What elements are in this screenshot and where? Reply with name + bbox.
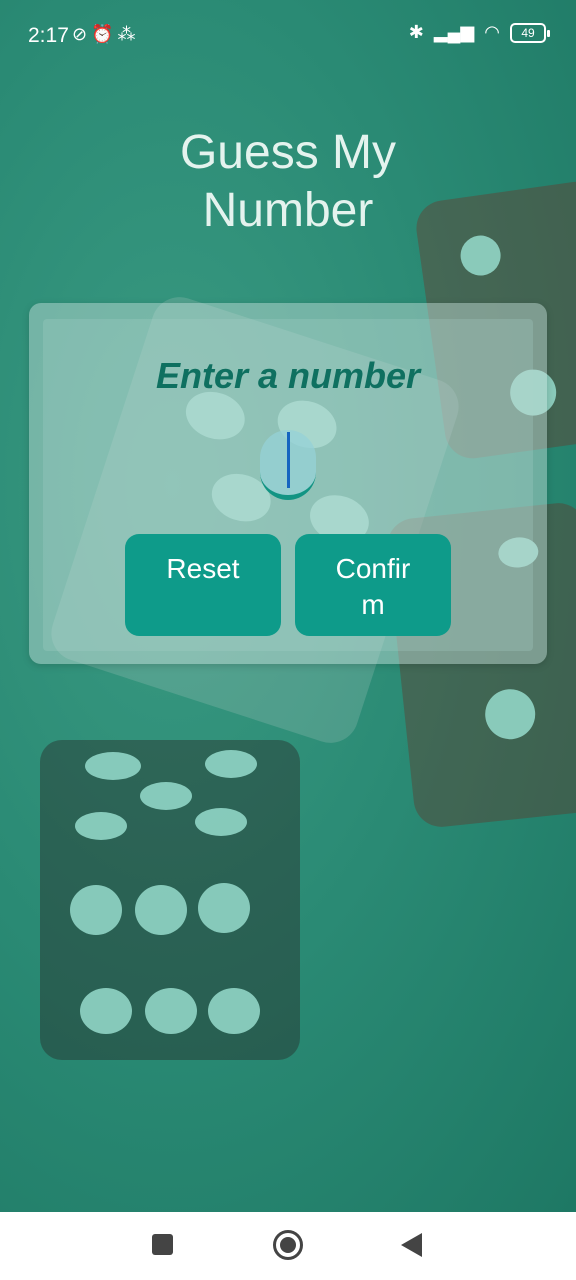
- text-cursor: [287, 432, 290, 488]
- title-line-1: Guess My: [179, 126, 397, 179]
- enter-number-prompt: Enter a number: [155, 355, 421, 396]
- confirm-button[interactable]: Confirm: [295, 534, 451, 636]
- vibrate-off-icon: ⊘: [72, 24, 92, 44]
- battery-indicator: 49: [510, 22, 550, 43]
- home-icon[interactable]: [273, 1230, 303, 1260]
- dice-shape: [40, 740, 300, 1060]
- title-line-2: Number: [202, 184, 374, 237]
- wifi-icon: ◠: [484, 22, 500, 42]
- status-system-icons: ✱ ▂▄▆ ◠ 49: [408, 22, 550, 43]
- bluetooth-icon: ✱: [408, 22, 424, 42]
- reset-button[interactable]: Reset: [125, 534, 281, 636]
- alarm-icon: ⏰: [91, 24, 118, 44]
- page-title: Guess My Number: [0, 124, 576, 240]
- signal-extra-icon: ⁂: [117, 24, 140, 44]
- back-icon[interactable]: [401, 1233, 422, 1257]
- cellular-signal-icon: ▂▄▆: [433, 22, 475, 42]
- status-time: 2:17: [28, 24, 69, 47]
- status-notification-icons: ⊘⏰⁂: [72, 24, 140, 45]
- status-bar: 2:17 ⊘⏰⁂ ✱ ▂▄▆ ◠ 49: [0, 0, 576, 70]
- recent-apps-icon[interactable]: [152, 1234, 173, 1255]
